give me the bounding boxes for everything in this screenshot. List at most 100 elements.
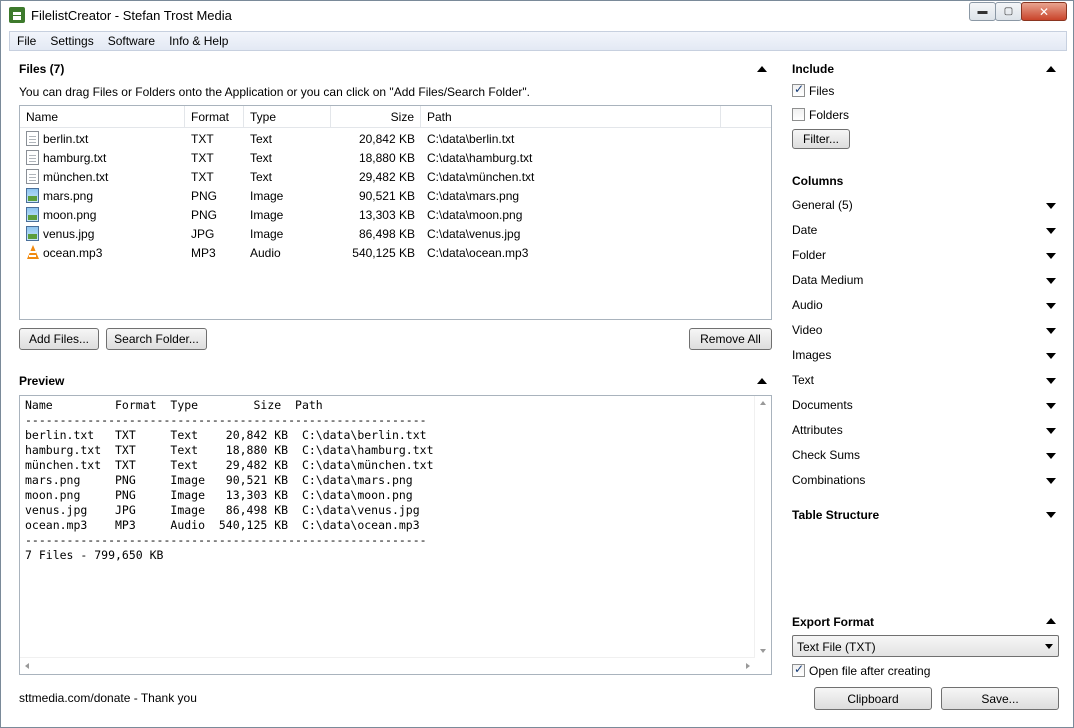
column-group-date[interactable]: Date [792, 222, 1058, 240]
minimize-button[interactable]: ▬ [969, 2, 996, 21]
image-file-icon [26, 226, 39, 241]
column-header-name[interactable]: Name [20, 106, 185, 128]
cell-path: C:\data\ocean.mp3 [427, 245, 529, 260]
title-bar[interactable]: FilelistCreator - Stefan Trost Media ▬ ▢… [1, 1, 1073, 31]
column-header-type[interactable]: Type [244, 106, 331, 128]
menu-software[interactable]: Software [101, 34, 162, 48]
column-group-check-sums[interactable]: Check Sums [792, 447, 1058, 465]
drag-hint: You can drag Files or Folders onto the A… [19, 85, 531, 99]
expand-down-icon[interactable] [1046, 478, 1056, 484]
preview-horizontal-scrollbar[interactable] [20, 657, 755, 674]
table-row[interactable]: venus.jpg JPG Image 86,498 KB C:\data\venus.… [20, 224, 771, 243]
preview-vertical-scrollbar[interactable] [754, 396, 771, 658]
column-group-images[interactable]: Images [792, 347, 1058, 365]
preview-pane[interactable]: Name Format Type Size Path -------------… [19, 395, 772, 675]
table-row[interactable]: mars.png PNG Image 90,521 KB C:\data\mars.pn… [20, 186, 771, 205]
scroll-right-icon[interactable] [746, 663, 750, 669]
column-group-text[interactable]: Text [792, 372, 1058, 390]
expand-down-icon[interactable] [1046, 278, 1056, 284]
text-file-icon [26, 150, 39, 165]
column-group-label: Video [792, 323, 823, 337]
cell-path: C:\data\moon.png [427, 207, 523, 222]
image-file-icon [26, 207, 39, 222]
table-row[interactable]: berlin.txt TXT Text 20,842 KB C:\data\berlin… [20, 129, 771, 148]
include-section-title: Include [792, 62, 835, 76]
collapse-include-icon[interactable] [1046, 66, 1056, 72]
collapse-preview-icon[interactable] [757, 378, 767, 384]
save-button[interactable]: Save... [941, 687, 1059, 710]
menu-info-help[interactable]: Info & Help [162, 34, 235, 48]
column-group-label: Folder [792, 248, 827, 262]
cell-format: MP3 [191, 245, 216, 260]
file-name: hamburg.txt [43, 150, 107, 165]
expand-down-icon[interactable] [1046, 203, 1056, 209]
column-group-folder[interactable]: Folder [792, 247, 1058, 265]
include-folders-checkbox[interactable] [792, 108, 805, 121]
menu-file[interactable]: File [10, 34, 43, 48]
table-row[interactable]: hamburg.txt TXT Text 18,880 KB C:\data\hambu… [20, 148, 771, 167]
include-files-checkbox[interactable] [792, 82, 805, 97]
maximize-button[interactable]: ▢ [995, 2, 1022, 21]
close-button[interactable]: ✕ [1021, 2, 1067, 21]
cell-name: venus.jpg [20, 226, 185, 241]
include-files-label: Files [809, 84, 835, 98]
remove-all-button[interactable]: Remove All [689, 328, 772, 350]
cell-format: JPG [191, 226, 215, 241]
cell-path: C:\data\berlin.txt [427, 131, 515, 146]
menu-settings[interactable]: Settings [43, 34, 100, 48]
chevron-down-icon [1045, 644, 1053, 649]
column-group-attributes[interactable]: Attributes [792, 422, 1058, 440]
cell-size: 86,498 KB [358, 226, 415, 241]
search-folder-button[interactable]: Search Folder... [106, 328, 207, 350]
table-row[interactable]: moon.png PNG Image 13,303 KB C:\data\moon.pn… [20, 205, 771, 224]
expand-down-icon[interactable] [1046, 253, 1056, 259]
expand-down-icon[interactable] [1046, 328, 1056, 334]
cell-size: 29,482 KB [358, 169, 415, 184]
column-group-data-medium[interactable]: Data Medium [792, 272, 1058, 290]
file-list[interactable]: Name Format Type Size Path berlin.txt TXT… [19, 105, 772, 320]
scroll-up-icon[interactable] [760, 401, 766, 405]
expand-down-icon[interactable] [1046, 453, 1056, 459]
expand-down-icon[interactable] [1046, 403, 1056, 409]
open-after-creating-checkbox[interactable] [792, 662, 805, 677]
export-format-select[interactable]: Text File (TXT) [792, 635, 1059, 657]
collapse-files-icon[interactable] [757, 66, 767, 72]
column-header-size[interactable]: Size [331, 106, 421, 128]
expand-down-icon[interactable] [1046, 303, 1056, 309]
cell-name: hamburg.txt [20, 150, 185, 165]
column-group-label: Documents [792, 398, 853, 412]
image-file-icon [26, 188, 39, 203]
donate-link[interactable]: sttmedia.com/donate - Thank you [19, 691, 197, 705]
table-row[interactable]: münchen.txt TXT Text 29,482 KB C:\data\münch… [20, 167, 771, 186]
cell-name: münchen.txt [20, 169, 185, 184]
column-header-path[interactable]: Path [421, 106, 721, 128]
expand-down-icon[interactable] [1046, 353, 1056, 359]
column-group-combinations[interactable]: Combinations [792, 472, 1058, 490]
cell-type: Text [250, 150, 273, 165]
scroll-left-icon[interactable] [25, 663, 29, 669]
column-group-audio[interactable]: Audio [792, 297, 1058, 315]
filter-button[interactable]: Filter... [792, 129, 850, 149]
window-title: FilelistCreator - Stefan Trost Media [31, 8, 232, 23]
add-files-button[interactable]: Add Files... [19, 328, 99, 350]
expand-down-icon[interactable] [1046, 428, 1056, 434]
expand-down-icon[interactable] [1046, 378, 1056, 384]
column-group-general-5[interactable]: General (5) [792, 197, 1058, 215]
cell-format: TXT [191, 150, 214, 165]
collapse-export-icon[interactable] [1046, 618, 1056, 624]
cell-path: C:\data\mars.png [427, 188, 520, 203]
table-row[interactable]: ocean.mp3 MP3 Audio 540,125 KB C:\data\ocean… [20, 243, 771, 262]
cell-size: 20,842 KB [358, 131, 415, 146]
files-section-title: Files (7) [19, 62, 65, 76]
file-name: moon.png [43, 207, 97, 222]
clipboard-button[interactable]: Clipboard [814, 687, 932, 710]
column-group-video[interactable]: Video [792, 322, 1058, 340]
column-header-format[interactable]: Format [185, 106, 244, 128]
expand-table-structure-icon[interactable] [1046, 512, 1056, 518]
cell-format: PNG [191, 188, 218, 203]
audio-file-icon [26, 245, 39, 260]
expand-down-icon[interactable] [1046, 228, 1056, 234]
column-group-documents[interactable]: Documents [792, 397, 1058, 415]
cell-size: 18,880 KB [358, 150, 415, 165]
scroll-down-icon[interactable] [760, 649, 766, 653]
